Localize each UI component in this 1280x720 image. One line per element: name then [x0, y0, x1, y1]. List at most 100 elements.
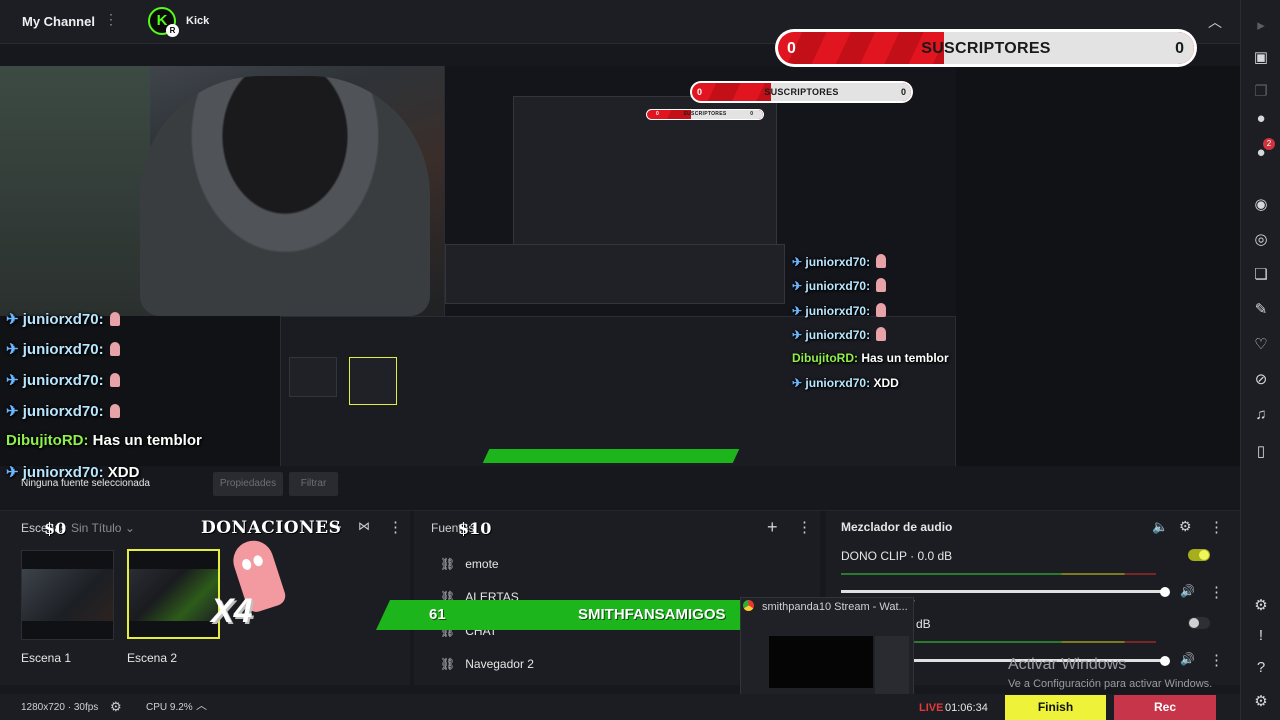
source-item[interactable]: ⛓ Navegador 2	[440, 657, 534, 671]
channel-name[interactable]: My Channel	[22, 14, 95, 29]
browser-icon	[743, 600, 754, 611]
chevron-up-icon[interactable]: ︿	[1208, 12, 1222, 32]
chat-line: DibujitoRD: Has un temblor	[6, 432, 202, 449]
nested-chat-line: ✈ juniorxd70:	[792, 303, 887, 318]
multiplier-label: X4	[211, 592, 253, 630]
battery-icon[interactable]: ▯	[1251, 442, 1271, 462]
audio-channel-label: dB	[916, 617, 931, 631]
pin-icon: ✈	[6, 372, 19, 389]
sources-menu-icon[interactable]: ⋮	[797, 520, 812, 535]
streaming-app: My Channel ⋮ K R Kick ︿ ▸ ▣ ❐ ● ● 2 ◉ ◎ …	[0, 0, 1280, 720]
scene-collection-dropdown[interactable]: Sin Título ⌄	[71, 521, 135, 535]
settings-group-icon[interactable]: ⚙	[1251, 596, 1271, 616]
audio-channel-label: DONO CLIP · 0.0 dB	[841, 549, 953, 563]
heart-icon[interactable]: ♡	[1251, 335, 1271, 355]
mixer-menu-icon[interactable]: ⋮	[1209, 520, 1224, 535]
filter-button[interactable]: Filtrar	[289, 472, 338, 496]
source-item[interactable]: ⛓ emote	[440, 557, 499, 571]
channel-menu-icon[interactable]: ⋮	[1209, 653, 1224, 668]
gear-icon[interactable]: ⚙	[1251, 692, 1271, 712]
help-icon[interactable]: ?	[1251, 658, 1271, 678]
alerts-icon[interactable]: ● 2	[1251, 138, 1275, 163]
kick-avatar[interactable]: K R	[148, 7, 179, 37]
cpu-label: CPU 9.2%	[146, 702, 193, 713]
pin-icon: ✈	[6, 311, 19, 328]
link-icon: ⛓	[440, 557, 456, 571]
layout-icon[interactable]: ▣	[1251, 48, 1271, 68]
nested-chat-line: ✈ juniorxd70:	[792, 278, 887, 293]
add-source-icon[interactable]: +	[767, 518, 778, 536]
volume-slider-knob[interactable]	[1160, 656, 1170, 666]
sticker-icon	[109, 404, 120, 418]
scene-thumbnail[interactable]	[21, 550, 114, 640]
resolution-label: 1280x720 · 30fps	[21, 702, 99, 713]
scene-thumbnail-active[interactable]	[127, 549, 220, 639]
pin-icon: ✈	[6, 341, 19, 358]
nested-scene-thumb	[289, 357, 337, 397]
chat-line: ✈ juniorxd70:	[6, 340, 120, 358]
speaker-icon[interactable]: 🔊	[1180, 653, 1195, 665]
kick-badge: R	[166, 24, 179, 37]
nested-panels	[445, 244, 785, 304]
sticker-icon	[109, 373, 120, 387]
popup-title: smithpanda10 Stream - Wat...	[762, 601, 908, 613]
scenes-menu-icon[interactable]: ⋮	[388, 520, 403, 535]
link-icon: ⛓	[440, 657, 456, 671]
nested-goal-bar	[482, 449, 740, 463]
stream-preview[interactable]: ✈ juniorxd70: ✈ juniorxd70: ✈ juniorxd70…	[0, 66, 1240, 466]
play-icon[interactable]: ▸	[1251, 16, 1271, 36]
nested-chat-line: ✈ juniorxd70:	[792, 254, 887, 269]
chevron-up-icon[interactable]: ︿	[196, 701, 207, 712]
transition-icon[interactable]: ⋈	[358, 520, 370, 532]
right-sidebar: ▸ ▣ ❐ ● ● 2 ◉ ◎ ❏ ✎ ♡ ⊘ ♫ ▯ ⚙ ! ? ⚙	[1240, 0, 1280, 720]
gear-icon[interactable]: ⚙	[110, 700, 122, 713]
webcam-feed	[0, 66, 444, 316]
donations-title: DONACIONES	[201, 518, 342, 538]
properties-button[interactable]: Propiedades	[213, 472, 283, 496]
draw-icon[interactable]: ✎	[1251, 300, 1271, 320]
link-icon[interactable]: ⊘	[1251, 370, 1271, 390]
scenes-icon[interactable]: ❏	[1251, 265, 1271, 285]
stream-time: 01:06:34	[945, 702, 988, 714]
scene-label: Escena 2	[127, 651, 178, 665]
volume-slider-knob[interactable]	[1160, 587, 1170, 597]
channel-menu-icon[interactable]: ⋮	[1209, 585, 1224, 600]
nested-subscriber-bar-small: 0 SUSCRIPTORES 0	[646, 109, 764, 120]
channel-menu-icon[interactable]: ⋮	[104, 12, 118, 26]
audio-channel-toggle[interactable]	[1188, 617, 1210, 629]
goal-current: 61	[429, 606, 446, 623]
pin-icon: ✈	[6, 403, 19, 420]
report-icon[interactable]: !	[1251, 626, 1271, 646]
finish-button[interactable]: Finish	[1005, 695, 1106, 720]
sticker-icon	[109, 342, 120, 356]
music-icon[interactable]: ♫	[1251, 405, 1271, 425]
camera-icon[interactable]: ◉	[1251, 195, 1271, 215]
streamer-image	[140, 76, 430, 316]
audio-channel-toggle[interactable]	[1188, 549, 1210, 561]
copy-icon[interactable]: ❐	[1251, 82, 1271, 102]
nested-subscriber-bar: 0 SUSCRIPTORES 0	[690, 81, 913, 103]
scene-label: Escena 1	[21, 651, 72, 665]
rec-button[interactable]: Rec	[1114, 695, 1216, 720]
chat-icon[interactable]: ●	[1251, 109, 1271, 129]
chat-line: ✈ juniorxd70:	[6, 402, 120, 420]
live-indicator: LIVE	[919, 702, 944, 714]
pin-icon: ✈	[6, 464, 19, 481]
subscriber-goal: 0	[1175, 40, 1184, 57]
goal-title: SMITHFANSAMIGOS	[578, 606, 726, 623]
nested-chat-line: ✈ juniorxd70: XDD	[792, 376, 899, 390]
windows-activation-title: Activar Windows	[1008, 656, 1127, 673]
alerts-badge: 2	[1263, 138, 1275, 150]
donations-amount: $0	[44, 519, 67, 538]
room-background	[0, 66, 150, 316]
gear-icon[interactable]: ⚙	[1179, 519, 1192, 533]
volume-slider[interactable]	[841, 590, 1166, 593]
no-source-label: Ninguna fuente seleccionada	[21, 478, 150, 489]
webcam-icon[interactable]: ◎	[1251, 230, 1271, 250]
speaker-icon[interactable]: 🔊	[1180, 585, 1195, 597]
speaker-icon[interactable]: 🔈	[1152, 520, 1168, 533]
sources-amount: $10	[458, 519, 492, 538]
windows-activation-subtitle: Ve a Configuración para activar Windows.	[1008, 678, 1213, 690]
audio-meter	[841, 573, 1156, 575]
popup-video	[769, 636, 873, 688]
